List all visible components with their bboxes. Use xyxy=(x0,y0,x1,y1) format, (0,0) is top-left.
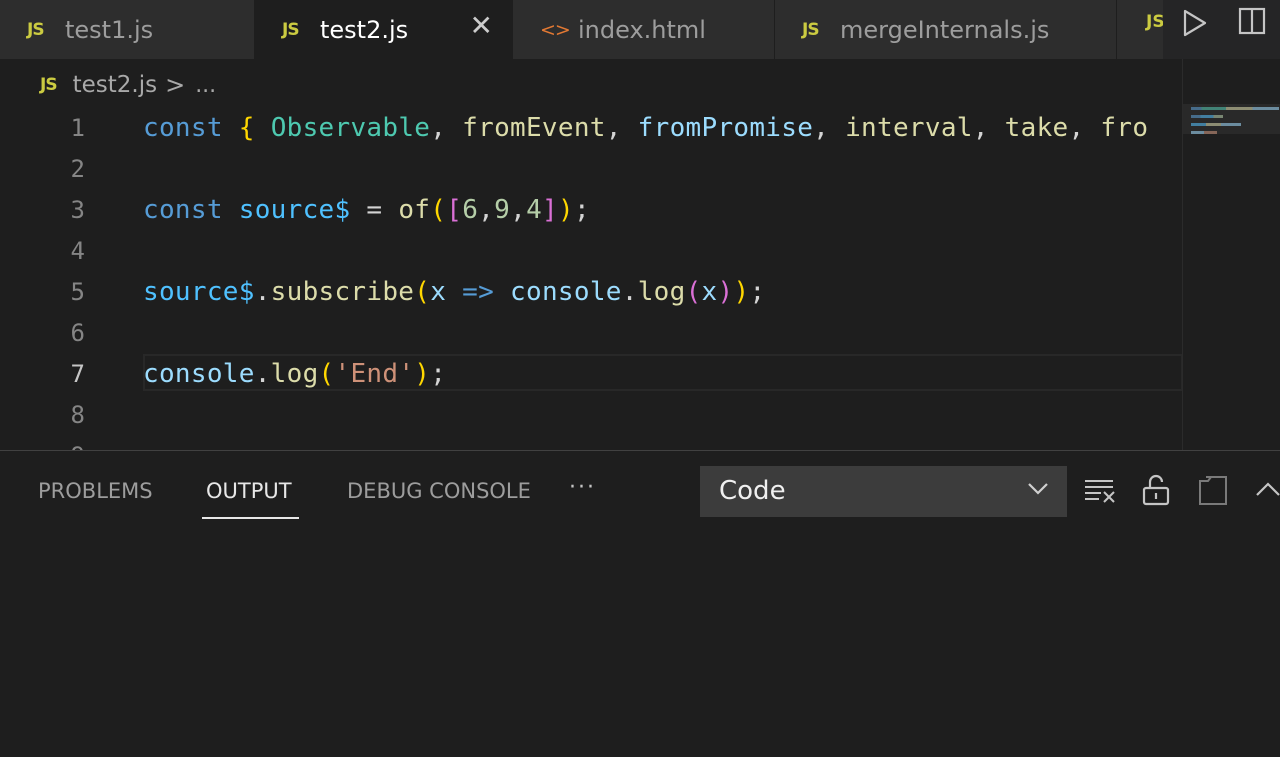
tab-label: test2.js xyxy=(320,15,409,44)
tab-output[interactable]: OUTPUT xyxy=(206,479,292,503)
active-tab-indicator xyxy=(202,517,299,519)
minimap[interactable] xyxy=(1182,59,1280,450)
line-number: 9 xyxy=(0,436,85,450)
html-file-icon: <> xyxy=(540,18,571,41)
code-text: console.log('End'); xyxy=(143,359,447,389)
open-log-icon[interactable] xyxy=(1196,473,1230,507)
tab-debug-console[interactable]: DEBUG CONSOLE xyxy=(347,479,531,503)
line-number: 8 xyxy=(70,401,85,429)
run-icon[interactable] xyxy=(1181,8,1209,38)
javascript-file-icon: JS xyxy=(282,19,300,40)
tab-mergeinternals-js[interactable]: JS mergeInternals.js xyxy=(775,0,1117,59)
output-channel-select[interactable]: Code xyxy=(700,466,1067,517)
code-text: source$.subscribe(x => console.log(x)); xyxy=(143,277,766,307)
code-line: 3 const source$ = of([6,9,4]); xyxy=(0,190,1182,231)
code-line: 6 xyxy=(0,313,1182,354)
tab-index-html[interactable]: <> index.html xyxy=(513,0,775,59)
code-line-current: 7 console.log('End'); xyxy=(0,354,1182,395)
breadcrumb: JS test2.js > ... xyxy=(0,59,1182,111)
chevron-right-icon: > xyxy=(165,71,186,99)
chevron-up-icon[interactable] xyxy=(1253,473,1280,507)
javascript-file-icon: JS xyxy=(27,19,45,40)
breadcrumb-more[interactable]: ... xyxy=(195,73,216,98)
tab-problems[interactable]: PROBLEMS xyxy=(38,479,153,503)
output-channel-value: Code xyxy=(719,476,786,506)
tab-label: mergeInternals.js xyxy=(840,15,1050,44)
code-line: 5 source$.subscribe(x => console.log(x))… xyxy=(0,272,1182,313)
tab-label: index.html xyxy=(578,15,706,44)
line-number: 5 xyxy=(70,278,85,306)
tab-test2-js[interactable]: JS test2.js ✕ xyxy=(255,0,513,59)
bottom-panel: PROBLEMS OUTPUT DEBUG CONSOLE ··· Code xyxy=(0,450,1280,757)
line-number: 3 xyxy=(70,196,85,224)
code-line: 8 xyxy=(0,395,1182,436)
editor-tab-bar: JS test1.js JS test2.js ✕ <> index.html … xyxy=(0,0,1280,59)
tab-test1-js[interactable]: JS test1.js xyxy=(0,0,255,59)
javascript-file-icon: JS xyxy=(802,19,820,40)
code-line: 1 const { Observable, fromEvent, fromPro… xyxy=(0,108,1182,149)
code-line: 9 xyxy=(0,436,1182,450)
clear-output-icon[interactable] xyxy=(1083,475,1117,509)
line-number: 2 xyxy=(70,155,85,183)
breadcrumb-file[interactable]: test2.js xyxy=(73,72,158,98)
more-actions-icon[interactable]: ··· xyxy=(569,475,596,500)
code-text: const source$ = of([6,9,4]); xyxy=(143,195,590,225)
line-number: 7 xyxy=(70,360,85,388)
line-number: 6 xyxy=(70,319,85,347)
code-editor[interactable]: 1 const { Observable, fromEvent, fromPro… xyxy=(0,108,1182,450)
javascript-file-icon: JS xyxy=(1146,12,1163,32)
code-line: 2 xyxy=(0,149,1182,190)
minimap-slider[interactable] xyxy=(1183,104,1280,134)
code-text: const { Observable, fromEvent, fromPromi… xyxy=(143,113,1149,143)
split-editor-icon[interactable] xyxy=(1237,6,1267,36)
code-line: 4 xyxy=(0,231,1182,272)
javascript-file-icon: JS xyxy=(40,75,58,95)
tab-label: test1.js xyxy=(65,15,154,44)
close-icon[interactable]: ✕ xyxy=(470,9,493,42)
line-number: 1 xyxy=(70,114,85,142)
line-number: 4 xyxy=(70,237,85,265)
tab-overflow-partial[interactable]: JS xyxy=(1117,0,1163,59)
lock-icon[interactable] xyxy=(1139,473,1173,507)
chevron-down-icon xyxy=(1028,483,1048,495)
